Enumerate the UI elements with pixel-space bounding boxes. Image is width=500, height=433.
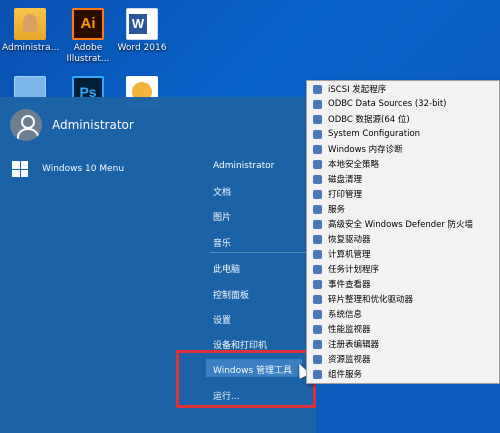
desktop-icon-administrator[interactable]: Administra...: [2, 8, 60, 54]
app-label: Windows 10 Menu: [42, 164, 125, 174]
printer-icon: [313, 189, 322, 199]
menu-item-pictures[interactable]: 图片: [213, 210, 231, 223]
submenu-item-recovery-drive[interactable]: 恢复驱动器: [307, 232, 499, 247]
iscsi-icon: [313, 84, 322, 94]
submenu-item-label: 打印管理: [328, 190, 363, 201]
submenu-item-component-services[interactable]: 组件服务: [307, 367, 499, 382]
submenu-item-label: System Configuration: [328, 129, 421, 140]
submenu-item-label: 碎片整理和优化驱动器: [328, 295, 414, 306]
user-account[interactable]: Administrator: [10, 107, 134, 143]
services-icon: [313, 204, 322, 214]
performance-monitor-icon: [313, 324, 322, 334]
resource-monitor-icon: [313, 354, 322, 364]
desktop-icon-illustrator[interactable]: Ai Adobe Illustrat...: [60, 8, 116, 65]
submenu-item-iscsi[interactable]: iSCSI 发起程序: [307, 82, 499, 97]
odbc-icon: [313, 99, 322, 109]
security-policy-icon: [313, 159, 322, 169]
submenu-item-label: Windows 内存诊断: [328, 145, 403, 156]
submenu-item-services[interactable]: 服务: [307, 202, 499, 217]
submenu-item-label: ODBC Data Sources (32-bit): [328, 99, 447, 110]
odbc-icon: [313, 114, 322, 124]
submenu-item-label: 任务计划程序: [328, 265, 380, 276]
submenu-item-label: 系统信息: [328, 310, 363, 321]
computer-management-icon: [313, 249, 322, 259]
submenu-item-registry-editor[interactable]: 注册表编辑器: [307, 337, 499, 352]
menu-item-control-panel[interactable]: 控制面板: [213, 288, 249, 301]
menu-item-documents[interactable]: 文档: [213, 185, 231, 198]
disk-cleanup-icon: [313, 174, 322, 184]
submenu-item-label: 本地安全策略: [328, 160, 380, 171]
submenu-item-label: iSCSI 发起程序: [328, 85, 387, 96]
menu-item-administrator[interactable]: Administrator: [213, 161, 274, 171]
illustrator-icon: Ai: [72, 8, 104, 40]
submenu-item-label: 磁盘清理: [328, 175, 363, 186]
system-info-icon: [313, 309, 322, 319]
desktop-icon-label: Administra...: [2, 43, 60, 53]
menu-item-settings[interactable]: 设置: [213, 313, 231, 326]
recovery-drive-icon: [313, 234, 322, 244]
submenu-item-task-scheduler[interactable]: 任务计划程序: [307, 262, 499, 277]
desktop-icon-label: Adobe Illustrat...: [66, 43, 110, 64]
submenu-item-print-management[interactable]: 打印管理: [307, 187, 499, 202]
submenu-item-odbc-64[interactable]: ODBC 数据源(64 位): [307, 112, 499, 127]
submenu-item-label: 恢复驱动器: [328, 235, 371, 246]
component-services-icon: [313, 369, 322, 379]
submenu-item-local-security-policy[interactable]: 本地安全策略: [307, 157, 499, 172]
submenu-item-event-viewer[interactable]: 事件查看器: [307, 277, 499, 292]
firewall-icon: [313, 219, 322, 229]
app-windows-10-menu[interactable]: Windows 10 Menu: [12, 161, 124, 177]
desktop-background: [316, 384, 500, 433]
submenu-item-label: 性能监视器: [328, 325, 371, 336]
submenu-item-performance-monitor[interactable]: 性能监视器: [307, 322, 499, 337]
annotation-highlight-box: [176, 350, 316, 408]
windows-app-icon: [12, 161, 28, 177]
desktop-icon-label: Word 2016: [117, 43, 167, 53]
submenu-item-system-configuration[interactable]: System Configuration: [307, 127, 499, 142]
start-menu: Administrator Windows 10 Menu Administra…: [0, 97, 316, 433]
user-folder-icon: [14, 8, 46, 40]
submenu-item-label: 组件服务: [328, 370, 363, 381]
word-icon: [126, 8, 158, 40]
submenu-item-label: 计算机管理: [328, 250, 371, 261]
submenu-item-memory-diagnostic[interactable]: Windows 内存诊断: [307, 142, 499, 157]
submenu-item-firewall[interactable]: 高级安全 Windows Defender 防火墙: [307, 217, 499, 232]
submenu-item-defrag[interactable]: 碎片整理和优化驱动器: [307, 292, 499, 307]
submenu-item-system-information[interactable]: 系统信息: [307, 307, 499, 322]
user-name: Administrator: [52, 118, 134, 132]
defrag-icon: [313, 294, 322, 304]
submenu-item-disk-cleanup[interactable]: 磁盘清理: [307, 172, 499, 187]
submenu-item-odbc-32[interactable]: ODBC Data Sources (32-bit): [307, 97, 499, 112]
submenu-item-label: 注册表编辑器: [328, 340, 380, 351]
divider: [210, 252, 306, 253]
submenu-item-label: ODBC 数据源(64 位): [328, 115, 410, 126]
submenu-item-label: 高级安全 Windows Defender 防火墙: [328, 220, 474, 231]
submenu-item-resource-monitor[interactable]: 资源监视器: [307, 352, 499, 367]
system-config-icon: [313, 129, 322, 139]
submenu-item-computer-management[interactable]: 计算机管理: [307, 247, 499, 262]
submenu-item-label: 服务: [328, 205, 346, 216]
submenu-item-label: 资源监视器: [328, 355, 371, 366]
registry-editor-icon: [313, 339, 322, 349]
desktop-icon-word[interactable]: Word 2016: [114, 8, 170, 54]
memory-diagnostic-icon: [313, 144, 322, 154]
menu-item-music[interactable]: 音乐: [213, 236, 231, 249]
menu-item-this-pc[interactable]: 此电脑: [213, 262, 240, 275]
avatar-icon: [10, 109, 42, 141]
task-scheduler-icon: [313, 264, 322, 274]
event-viewer-icon: [313, 279, 322, 289]
admin-tools-submenu: iSCSI 发起程序 ODBC Data Sources (32-bit) OD…: [306, 80, 500, 384]
submenu-item-label: 事件查看器: [328, 280, 371, 291]
